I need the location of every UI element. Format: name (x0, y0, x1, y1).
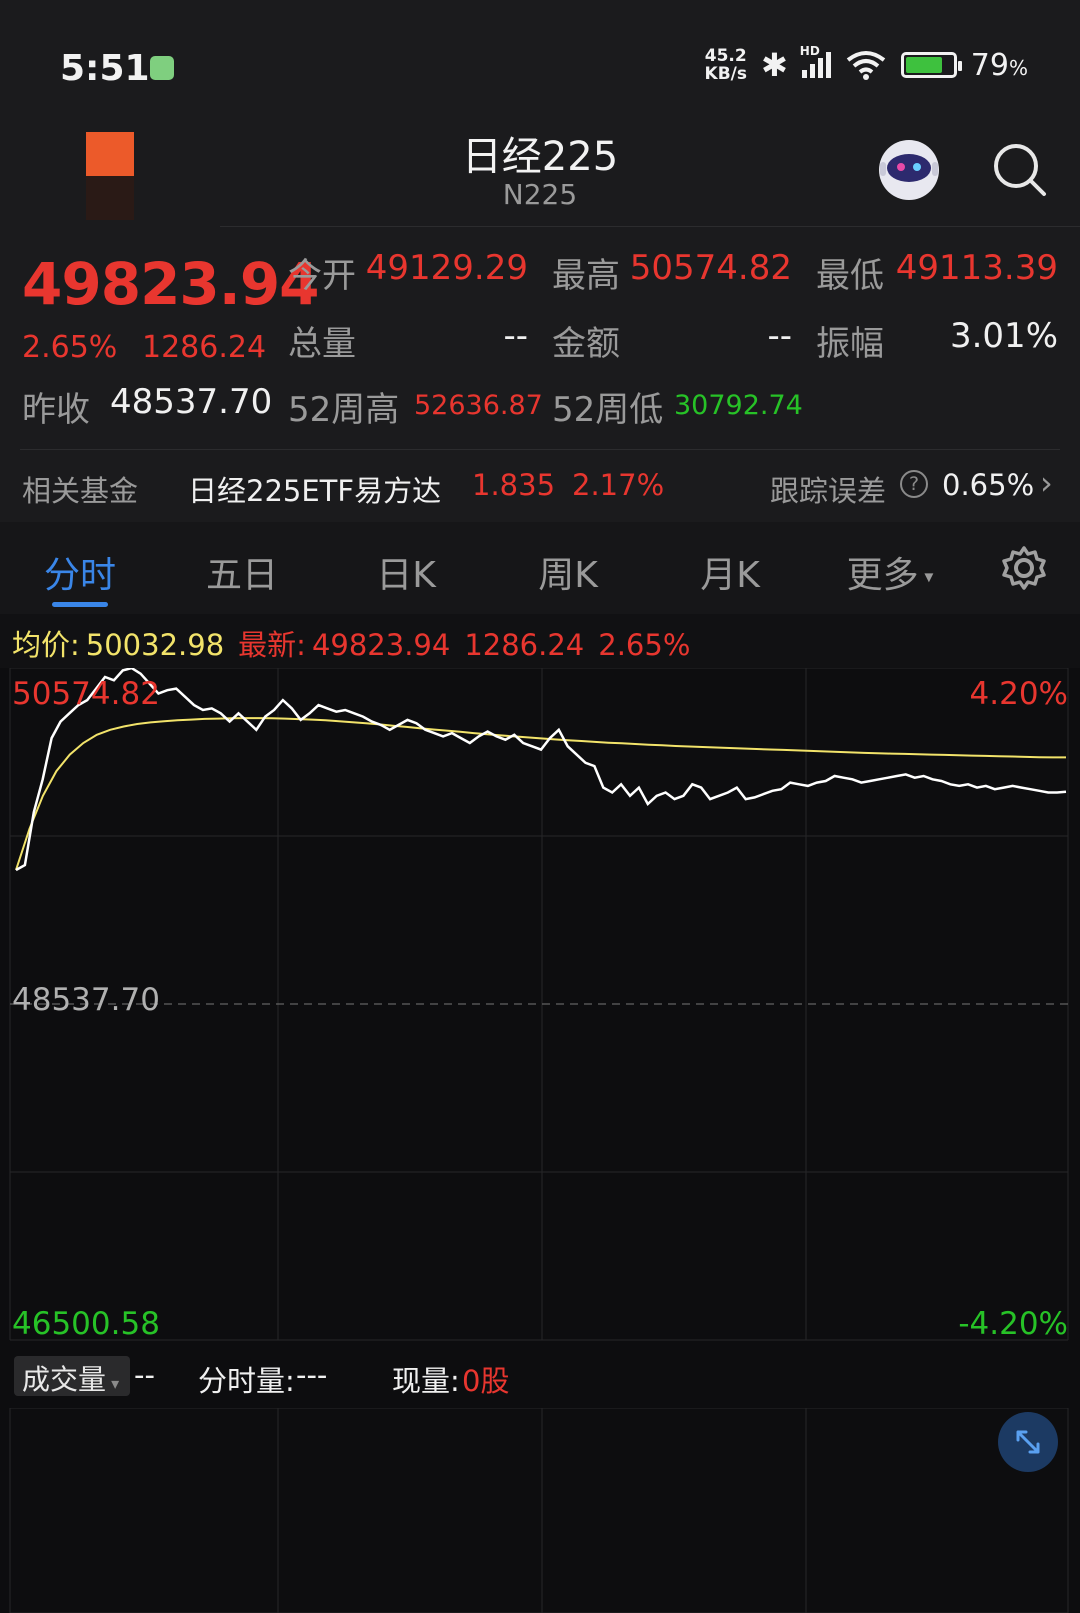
high-label: 最高 (552, 256, 620, 296)
status-time: 5:51 (60, 48, 150, 89)
avg-price-label: 均价: (12, 628, 80, 662)
header: 日经225 N225 (0, 120, 1080, 226)
related-fund-row[interactable]: 相关基金 日经225ETF易方达 1.835 2.17% 跟踪误差 ? 0.65… (0, 450, 1080, 522)
signal-label: HD (799, 44, 820, 58)
chart-tabs: 分时 五日 日K 周K 月K 更多 ▾ (0, 522, 1080, 614)
wk52-high-label: 52周高 (288, 390, 400, 430)
open-label: 今开 (288, 256, 356, 296)
y-axis-top-label: 50574.82 (12, 676, 160, 712)
volume-header: 成交量 ▾ -- 分时量: --- 现量: 0股 (0, 1348, 1080, 1408)
tracking-error-value: 0.65% (942, 468, 1035, 502)
y-axis-mid-label: 48537.70 (12, 982, 160, 1018)
avg-price-line (15, 717, 1066, 871)
notification-app-icon (150, 56, 174, 80)
amplitude-value: 3.01% (949, 316, 1058, 356)
dropdown-caret-icon: ▾ (918, 566, 934, 588)
tab-monthly-k[interactable]: 月K (660, 546, 800, 598)
expand-icon[interactable] (998, 1412, 1058, 1472)
avg-price-value: 50032.98 (85, 628, 225, 662)
volume-value: -- (503, 316, 528, 356)
low-label: 最低 (816, 256, 884, 296)
net-speed: 45.2 KB/s (705, 47, 747, 83)
related-fund-name[interactable]: 日经225ETF易方达 (188, 468, 441, 510)
tab-daily-k[interactable]: 日K (336, 546, 476, 598)
settings-gear-icon[interactable] (1000, 544, 1048, 592)
wk52-low-value: 30792.74 (674, 390, 803, 421)
price-line (15, 668, 1067, 872)
robot-assistant-icon[interactable] (874, 134, 944, 204)
wifi-icon (846, 51, 886, 80)
pct-axis-bottom-label: -4.20% (958, 1306, 1068, 1342)
volume-indicator-select[interactable]: 成交量 ▾ (14, 1356, 130, 1396)
volume-label: 总量 (288, 324, 356, 364)
bluetooth-icon: ✱ (760, 46, 788, 84)
tick-volume-label: 分时量: (198, 1364, 295, 1398)
tab-five-day[interactable]: 五日 (172, 546, 312, 598)
latest-value: 49823.94 (311, 628, 451, 662)
intraday-chart[interactable]: 50574.82 4.20% 48537.70 46500.58 -4.20% (0, 668, 1080, 1348)
tick-volume-value: --- (296, 1358, 328, 1392)
net-speed-value: 45.2 (704, 46, 747, 66)
latest-label: 最新: (238, 628, 306, 662)
amount-label: 金额 (552, 324, 620, 364)
volume-value: -- (134, 1358, 155, 1392)
change-amount: 1286.24 (142, 330, 267, 365)
battery-percent: 79% (970, 47, 1028, 83)
search-icon[interactable] (990, 140, 1050, 200)
current-volume-label: 现量: (392, 1364, 460, 1398)
wk52-low-label: 52周低 (552, 390, 664, 430)
latest-pct: 2.65% (598, 628, 691, 662)
amplitude-label: 振幅 (816, 324, 884, 364)
prev-close-value: 48537.70 (110, 382, 273, 422)
chevron-right-icon[interactable]: › (1040, 464, 1053, 502)
y-axis-bottom-label: 46500.58 (12, 1306, 160, 1342)
tab-weekly-k[interactable]: 周K (498, 546, 638, 598)
tab-more[interactable]: 更多 ▾ (830, 546, 950, 598)
related-fund-label: 相关基金 (22, 474, 139, 508)
latest-change: 1286.24 (464, 628, 585, 662)
tracking-error-label: 跟踪误差 (770, 474, 887, 508)
tab-active-indicator (52, 602, 108, 607)
current-volume-value: 0股 (462, 1364, 510, 1398)
battery-icon (900, 52, 962, 78)
high-value: 50574.82 (629, 248, 792, 288)
intraday-info-line: 均价: 50032.98 最新: 49823.94 1286.24 2.65% (0, 614, 1080, 668)
volume-grid (9, 1407, 1069, 1613)
status-bar: 5:51 45.2 KB/s ✱ HD 79% (0, 0, 1080, 120)
prev-close-label: 昨收 (22, 390, 90, 430)
pct-axis-top-label: 4.20% (969, 676, 1068, 712)
last-price: 49823.94 (22, 250, 320, 318)
volume-panel (0, 1407, 1080, 1613)
intraday-chart-svg (9, 668, 1069, 1341)
dropdown-caret-icon: ▾ (106, 1374, 120, 1393)
tab-intraday[interactable]: 分时 (10, 546, 150, 598)
divider (220, 226, 1080, 227)
change-percent: 2.65% (22, 330, 118, 365)
amount-value: -- (767, 316, 792, 356)
wk52-high-value: 52636.87 (414, 390, 543, 421)
help-icon[interactable]: ? (900, 470, 928, 498)
related-fund-price: 1.835 (472, 468, 556, 502)
cell-signal-icon: HD (800, 44, 831, 78)
related-fund-pct: 2.17% (572, 468, 665, 502)
net-speed-unit: KB/s (704, 64, 747, 84)
open-value: 49129.29 (365, 248, 528, 288)
status-icons: 45.2 KB/s ✱ HD 79% (705, 44, 1028, 84)
low-value: 49113.39 (895, 248, 1058, 288)
